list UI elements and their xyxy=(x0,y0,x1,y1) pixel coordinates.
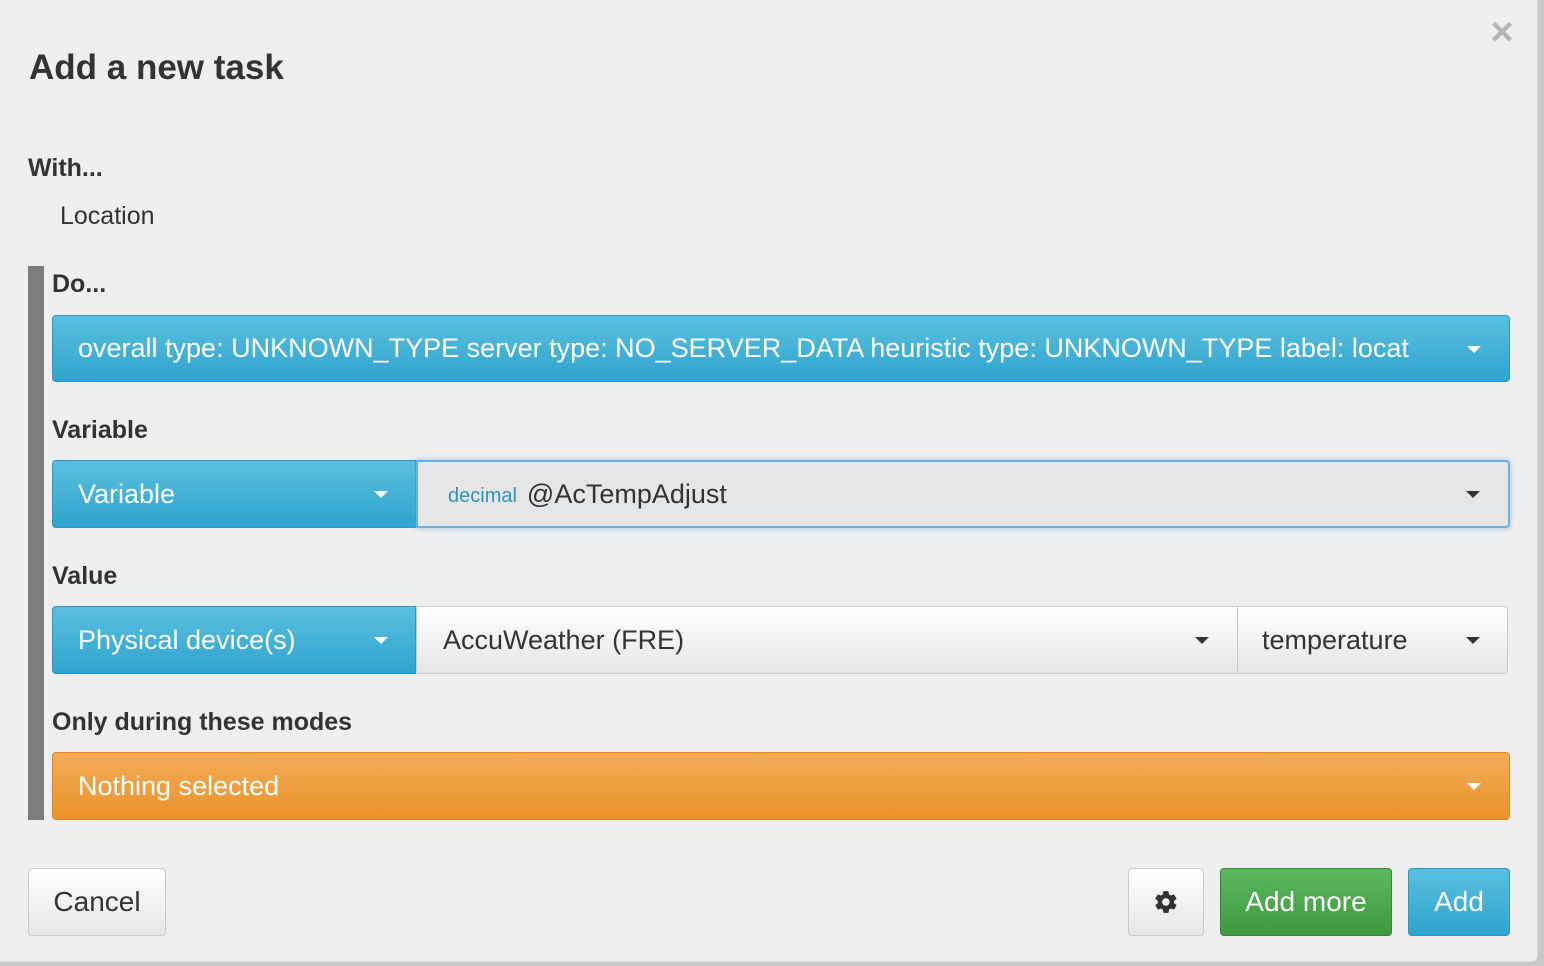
with-value: Location xyxy=(60,202,155,230)
device-dropdown[interactable]: AccuWeather (FRE) xyxy=(416,606,1238,674)
do-label: Do... xyxy=(52,270,107,298)
cancel-button[interactable]: Cancel xyxy=(28,868,166,936)
device-dropdown-value: AccuWeather (FRE) xyxy=(443,624,685,655)
modes-dropdown[interactable]: Nothing selected xyxy=(52,752,1510,820)
attribute-dropdown[interactable]: temperature xyxy=(1237,606,1508,674)
variable-type-value: Variable xyxy=(78,478,176,509)
variable-select-value: @AcTempAdjust xyxy=(526,478,727,509)
action-dropdown-value: overall type: UNKNOWN_TYPE server type: … xyxy=(78,333,1409,363)
chevron-down-icon xyxy=(374,491,388,498)
chevron-down-icon xyxy=(1467,783,1481,790)
value-type-dropdown[interactable]: Physical device(s) xyxy=(52,606,416,674)
modes-dropdown-value: Nothing selected xyxy=(78,770,280,801)
variable-type-dropdown[interactable]: Variable xyxy=(52,460,416,528)
with-label: With... xyxy=(28,154,103,182)
value-label: Value xyxy=(52,562,118,590)
value-type-value: Physical device(s) xyxy=(78,624,296,655)
chevron-down-icon xyxy=(374,637,388,644)
gear-icon xyxy=(1153,889,1179,915)
add-more-button[interactable]: Add more xyxy=(1220,868,1392,936)
variable-label: Variable xyxy=(52,416,148,444)
variable-type-tag: decimal xyxy=(448,484,517,507)
add-button[interactable]: Add xyxy=(1408,868,1510,936)
chevron-down-icon xyxy=(1466,637,1480,644)
chevron-down-icon xyxy=(1467,345,1481,353)
dialog-title: Add a new task xyxy=(29,48,284,87)
variable-select-dropdown[interactable]: decimal @AcTempAdjust xyxy=(416,460,1510,528)
section-indicator-bar xyxy=(28,266,44,820)
add-task-dialog: × Add a new task With... Location Do... … xyxy=(0,0,1538,962)
chevron-down-icon xyxy=(1466,491,1480,498)
settings-button[interactable] xyxy=(1128,868,1204,936)
action-dropdown[interactable]: overall type: UNKNOWN_TYPE server type: … xyxy=(52,315,1510,382)
close-icon[interactable]: × xyxy=(1484,12,1520,52)
chevron-down-icon xyxy=(1195,637,1209,644)
modes-label: Only during these modes xyxy=(52,708,353,736)
attribute-dropdown-value: temperature xyxy=(1262,624,1408,655)
